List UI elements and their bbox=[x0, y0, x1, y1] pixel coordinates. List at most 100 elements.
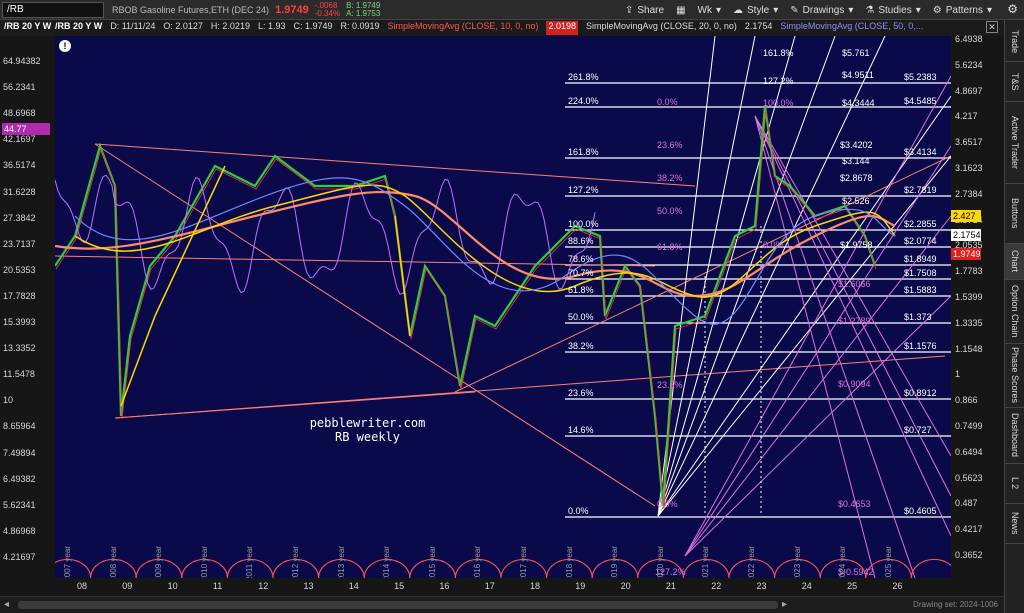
patterns-button[interactable]: ⚙ Patterns ▾ bbox=[927, 0, 998, 20]
fib-price-label: $1.373 bbox=[904, 312, 932, 322]
year-label: 2024 year bbox=[838, 546, 848, 578]
chevron-down-icon: ▾ bbox=[848, 4, 854, 16]
trendline bbox=[55, 255, 656, 267]
fib-level-label: 70.7% bbox=[568, 268, 594, 278]
fib-upper-label: $1.9758 bbox=[840, 240, 873, 250]
right-axis-label: 6.4938 bbox=[955, 34, 983, 44]
fib-level-label: 78.6% bbox=[568, 254, 594, 264]
scroll-left-icon[interactable]: ◂ bbox=[4, 599, 9, 610]
side-tab-buttons[interactable]: Buttons bbox=[1005, 184, 1024, 244]
time-axis[interactable]: 08 09 10 11 12 13 14 15 16 17 18 19 20 21 22 23 24 25 26 bbox=[0, 578, 1004, 596]
style-button[interactable]: ☁ Style ▾ bbox=[727, 0, 784, 20]
share-button[interactable]: ⇪ Share bbox=[619, 0, 670, 20]
fib-upper-label: 50.0% bbox=[657, 206, 683, 216]
chevron-down-icon: ▾ bbox=[715, 4, 722, 16]
left-axis-label: 20.5353 bbox=[3, 264, 36, 275]
chevron-down-icon: ▾ bbox=[986, 4, 992, 16]
fib-upper-label: 100.0% bbox=[763, 98, 794, 108]
chart-svg bbox=[55, 36, 951, 578]
arrow-annotation bbox=[394, 215, 411, 337]
fib-upper-label: $4.3444 bbox=[842, 98, 875, 108]
drawings-button[interactable]: ✎ Drawings ▾ bbox=[784, 0, 859, 20]
share-icon: ⇪ bbox=[625, 4, 634, 16]
close-icon[interactable]: ✕ bbox=[986, 21, 998, 33]
right-axis-label: 2.7384 bbox=[955, 188, 983, 199]
side-tab-label: T&S bbox=[1010, 72, 1020, 91]
trendline bbox=[94, 143, 696, 187]
side-tab-option-chain[interactable]: Option Chain bbox=[1005, 280, 1024, 344]
studies-button[interactable]: ⚗ Studies ▾ bbox=[859, 0, 926, 20]
side-tab-label: Phase Scores bbox=[1010, 347, 1020, 404]
watermark-line2: RB weekly bbox=[334, 430, 401, 444]
fib-projection-label: 23.6% bbox=[657, 380, 683, 390]
left-axis-label: 36.5174 bbox=[3, 160, 36, 171]
settings-gear-icon[interactable]: ⚙ bbox=[1007, 2, 1018, 16]
cycle-arc bbox=[910, 558, 951, 578]
right-axis-label: 0.7499 bbox=[955, 421, 983, 431]
side-tab-bar: Trade T&S Active Trader Buttons Chart Option … bbox=[1004, 20, 1024, 613]
right-axis-label: 0.3652 bbox=[955, 550, 983, 560]
fib-price-label: $1.8949 bbox=[904, 254, 937, 264]
right-axis-label: 0.5623 bbox=[955, 472, 983, 483]
sma50-label[interactable]: SimpleMovingAvg (CLOSE, 50, 0,... bbox=[780, 21, 923, 35]
left-axis-label: 13.3352 bbox=[3, 343, 36, 354]
symbol-input[interactable]: /RB bbox=[2, 1, 104, 18]
side-tab-phase-scores[interactable]: Phase Scores bbox=[1005, 344, 1024, 408]
left-axis-label: 11.5478 bbox=[3, 369, 35, 380]
info-icon[interactable]: ! bbox=[59, 40, 71, 52]
side-tab-news[interactable]: News bbox=[1005, 504, 1024, 544]
chart-scrollbar[interactable]: ◂ ▸ Drawing set: 2024-1006 bbox=[0, 596, 1004, 613]
time-axis-label: 11 bbox=[212, 581, 223, 591]
right-price-axis[interactable]: 6.4938 5.6234 4.8697 4.217 3.6517 3.1623 2.738… bbox=[951, 34, 1004, 578]
left-price-axis[interactable]: 64.94382 56.2341 48.6968 42.1697 36.5174 31.6… bbox=[0, 36, 55, 578]
side-tab-t-s[interactable]: T&S bbox=[1005, 62, 1024, 102]
left-axis-label: 31.6228 bbox=[3, 186, 36, 197]
side-tab-label: Dashboard bbox=[1010, 413, 1020, 458]
time-axis-label: 23 bbox=[756, 581, 767, 591]
right-axis-label: 1.3335 bbox=[955, 317, 983, 328]
side-tab-trade[interactable]: Trade bbox=[1005, 22, 1024, 62]
year-label: 2023 year bbox=[792, 546, 802, 578]
left-axis-label: 48.6968 bbox=[3, 108, 36, 119]
chevron-down-icon: ▾ bbox=[773, 4, 779, 16]
side-tab-label: Buttons bbox=[1010, 198, 1020, 229]
timeframe-button[interactable]: Wk ▾ bbox=[692, 0, 727, 20]
fib-upper-label: 61.8% bbox=[657, 242, 683, 252]
scroll-right-icon[interactable]: ▸ bbox=[782, 599, 787, 610]
right-axis-label: 0.487 bbox=[955, 498, 978, 509]
fib-price-label: $1.5883 bbox=[904, 285, 937, 295]
chart-symbol-left: /RB 20 Y W bbox=[4, 21, 52, 31]
left-axis-label: 4.86968 bbox=[3, 525, 36, 536]
sma20-label[interactable]: SimpleMovingAvg (CLOSE, 20, 0, no) bbox=[586, 21, 737, 35]
top-toolbar: /RB RBOB Gasoline Futures,ETH (DEC 24) 1… bbox=[0, 0, 1024, 20]
side-tab-l-2[interactable]: L 2 bbox=[1005, 464, 1024, 504]
fib-price-label: $1.1576 bbox=[904, 341, 937, 351]
fib-price-label: $5.2383 bbox=[904, 72, 937, 82]
fib-upper-label: $4.9511 bbox=[842, 70, 874, 80]
time-axis-label: 10 bbox=[167, 581, 178, 591]
fib-level-label: 261.8% bbox=[568, 72, 599, 82]
side-tab-active-trader[interactable]: Active Trader bbox=[1005, 102, 1024, 184]
left-axis-label: 4.21697 bbox=[3, 551, 36, 562]
flask-icon: ⚗ bbox=[865, 4, 875, 16]
sma10-label[interactable]: SimpleMovingAvg (CLOSE, 10, 0, no) bbox=[388, 21, 539, 35]
left-axis-label: 42.1697 bbox=[3, 134, 36, 145]
scroll-thumb[interactable] bbox=[18, 601, 778, 609]
year-label: 2015 year bbox=[427, 546, 437, 578]
fib-upper-label: $2.526 bbox=[842, 196, 870, 206]
fib-price-label: $0.8912 bbox=[904, 388, 937, 398]
fib-price-label: $4.5485 bbox=[904, 96, 937, 106]
grid-icon: ▦ bbox=[676, 4, 686, 16]
side-tab-label: L 2 bbox=[1010, 477, 1020, 490]
grid-button[interactable]: ▦ bbox=[670, 0, 691, 20]
side-tab-chart[interactable]: Chart bbox=[1005, 244, 1024, 280]
time-axis-label: 08 bbox=[77, 581, 88, 591]
side-tab-dashboard[interactable]: Dashboard bbox=[1005, 408, 1024, 464]
fib-level-label: 224.0% bbox=[568, 96, 599, 106]
chart-plot-area[interactable]: ! pebblewriter.com RB weekly 261.8% 224.0… bbox=[55, 36, 951, 578]
bar-range: R: 0.0919 bbox=[340, 21, 380, 31]
bar-high: H: 2.0219 bbox=[210, 21, 250, 31]
left-axis-label: 10 bbox=[3, 395, 14, 406]
right-axis-label: 3.1623 bbox=[955, 163, 983, 173]
year-label: 2007 year bbox=[63, 546, 72, 578]
